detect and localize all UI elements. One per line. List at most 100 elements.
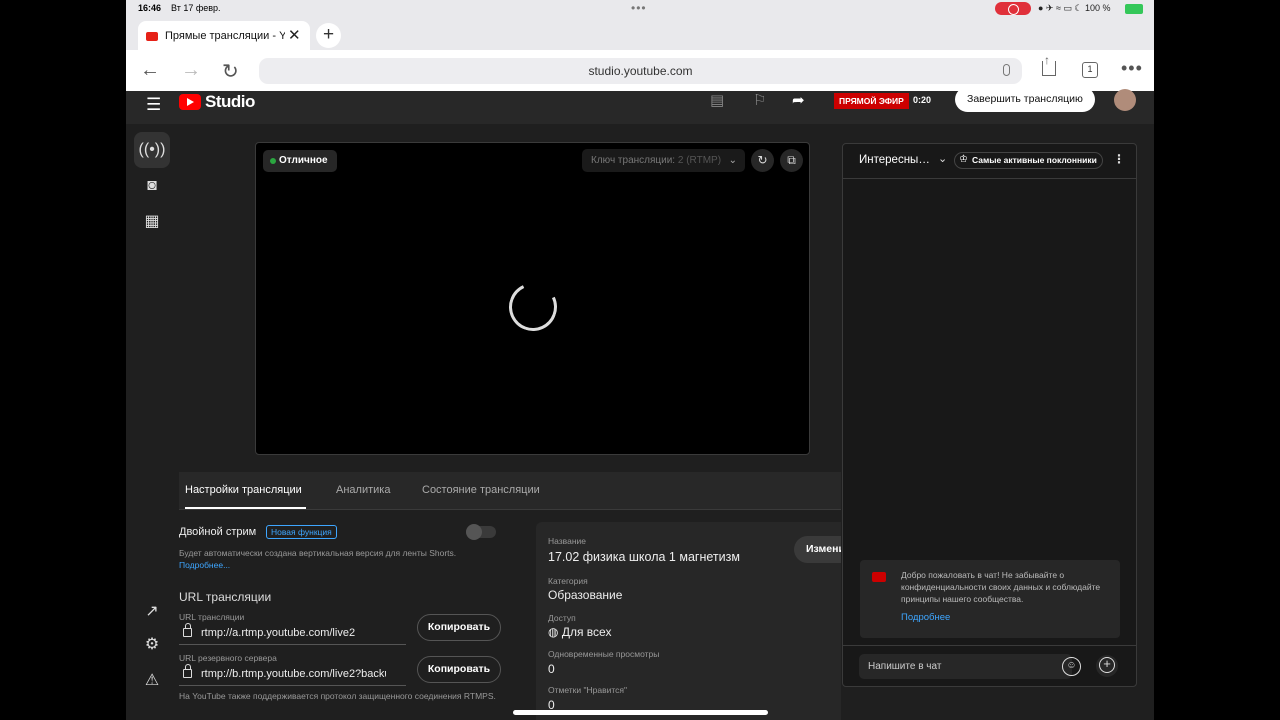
reload-icon[interactable]: ↻ — [222, 59, 239, 84]
access-label: Доступ — [548, 613, 576, 623]
browser-tab-bar: Прямые трансляции - YouTube Studio ✕ + — [126, 18, 1154, 50]
avatar[interactable] — [1114, 89, 1136, 111]
welcome-learn-more-link[interactable]: Подробнее — [901, 612, 950, 623]
bookmark-icon[interactable]: ⚐ — [753, 91, 766, 109]
title-label: Название — [548, 536, 586, 546]
left-sidebar: ((•)) ◙ ▦ ↗ ⚙ ⚠ — [126, 124, 179, 720]
backup-url-label: URL резервного сервера — [179, 653, 277, 663]
stream-key-label: Ключ трансляции: — [591, 155, 676, 166]
date: Вт 17 февр. — [171, 3, 221, 13]
welcome-text: Добро пожаловать в чат! Не забывайте о к… — [901, 570, 1101, 604]
battery-icon — [1125, 4, 1143, 14]
url-section-title: URL трансляции — [179, 590, 272, 604]
screen-record-icon — [995, 2, 1031, 15]
new-feature-badge: Новая функция — [266, 525, 337, 539]
chat-input[interactable]: Напишите в чат — [859, 654, 1072, 679]
live-stream-icon[interactable]: ((•)) — [134, 132, 170, 168]
settings-gear-icon[interactable]: ⚙ — [134, 627, 170, 663]
ipad-screen: 16:46 Вт 17 февр. ••• ● ✈ ≈ ▭ ☾ 100 % Пр… — [126, 0, 1154, 720]
chevron-down-icon[interactable]: ⌄ — [938, 152, 947, 165]
home-indicator[interactable] — [513, 710, 768, 715]
studio-logo-text: Studio — [205, 92, 255, 111]
dual-stream-label: Двойной стрим — [179, 526, 257, 538]
chat-footer: Напишите в чат ☺ — [843, 645, 1136, 687]
chat-header: Интересные сообщения ⌄ ♔ Самые активные … — [843, 144, 1136, 179]
dual-stream-description: Будет автоматически создана вертикальная… — [179, 548, 457, 558]
backup-url-value: rtmp://b.rtmp.youtube.com/live2?backup=1 — [201, 668, 386, 680]
youtube-favicon-icon — [146, 32, 158, 41]
share-arrow-icon[interactable]: ➦ — [792, 91, 805, 109]
close-tab-icon[interactable]: ✕ — [288, 26, 301, 44]
rtmps-footnote: На YouTube также поддерживается протокол… — [179, 691, 496, 701]
forward-arrow-icon[interactable]: → — [181, 59, 201, 82]
crown-icon: ♔ — [959, 154, 968, 165]
external-link-icon[interactable]: ↗ — [134, 594, 170, 630]
studio-header: ☰ Studio ▤ ⚐ ➦ ПРЯМОЙ ЭФИР 0:20 Завершит… — [126, 87, 1154, 124]
new-tab-button[interactable]: + — [316, 23, 341, 48]
browser-tab[interactable]: Прямые трансляции - YouTube Studio ✕ — [138, 21, 310, 50]
battery-percent: 100 % — [1085, 3, 1111, 13]
chevron-down-icon: ⌄ — [728, 155, 737, 166]
system-indicators: ● ✈ ≈ ▭ ☾ 100 % — [1038, 3, 1111, 13]
tab-analytics[interactable]: Аналитика — [336, 484, 390, 496]
globe-icon: ◍ — [548, 625, 559, 639]
stream-preview: Отличное Ключ трансляции: 2 (RTMP) ⌄ ↻ ⧉ — [255, 142, 810, 455]
live-chat: Интересные сообщения ⌄ ♔ Самые активные … — [842, 143, 1137, 687]
concurrent-viewers-label: Одновременные просмотры — [548, 649, 660, 659]
youtube-icon — [872, 572, 886, 582]
settings-tabs: Настройки трансляции Аналитика Состояние… — [179, 472, 841, 510]
copy-icon[interactable]: ⧉ — [780, 149, 803, 172]
likes-label: Отметки "Нравится" — [548, 685, 628, 695]
stream-url-value: rtmp://a.rtmp.youtube.com/live2 — [201, 627, 356, 639]
tab-title: Прямые трансляции - YouTube Studio — [165, 30, 285, 42]
more-menu-icon[interactable]: ••• — [1121, 58, 1143, 79]
ios-status-bar: 16:46 Вт 17 февр. ••• ● ✈ ≈ ▭ ☾ 100 % — [126, 0, 1154, 18]
calendar-icon[interactable]: ▦ — [134, 204, 170, 240]
tab-stream-settings[interactable]: Настройки трансляции — [185, 484, 306, 509]
chat-welcome-message: Добро пожаловать в чат! Не забывайте о к… — [860, 560, 1120, 638]
lock-icon — [183, 664, 192, 678]
top-fans-label: Самые активные поклонники — [972, 155, 1097, 165]
microphone-icon[interactable] — [1003, 64, 1010, 76]
emoji-icon[interactable]: ☺ — [1062, 657, 1081, 676]
back-arrow-icon[interactable]: ← — [140, 59, 160, 82]
live-timer: 0:20 — [913, 95, 932, 105]
stream-url-field[interactable]: rtmp://a.rtmp.youtube.com/live2 — [179, 623, 406, 645]
youtube-play-icon — [179, 94, 201, 110]
dual-stream-toggle[interactable] — [466, 524, 496, 540]
share-icon[interactable] — [1042, 53, 1056, 76]
stream-key-select[interactable]: Ключ трансляции: 2 (RTMP) ⌄ — [582, 149, 745, 172]
copy-backup-url-button[interactable]: Копировать — [417, 656, 501, 683]
tab-stream-health[interactable]: Состояние трансляции — [422, 484, 540, 496]
feedback-icon[interactable]: ⚠ — [134, 663, 170, 699]
stream-title: 17.02 физика школа 1 магнетизм — [548, 550, 740, 564]
multitask-dots[interactable]: ••• — [631, 1, 647, 15]
live-badge: ПРЯМОЙ ЭФИР — [834, 93, 909, 109]
access-value: ◍ Для всех — [548, 625, 611, 639]
stream-url-label: URL трансляции — [179, 612, 245, 622]
refresh-icon[interactable]: ↻ — [751, 149, 774, 172]
concurrent-viewers-value: 0 — [548, 662, 555, 676]
tabs-overview-button[interactable]: 1 — [1082, 62, 1098, 78]
camera-icon[interactable]: ◙ — [134, 168, 170, 204]
category-value: Образование — [548, 588, 623, 602]
backup-url-field[interactable]: rtmp://b.rtmp.youtube.com/live2?backup=1 — [179, 664, 406, 686]
clapperboard-icon[interactable]: ▤ — [710, 91, 724, 109]
clock: 16:46 — [138, 3, 162, 13]
more-options-icon[interactable]: ⋮ — [1113, 152, 1125, 166]
learn-more-link[interactable]: Подробнее... — [179, 560, 230, 570]
top-fans-chip[interactable]: ♔ Самые активные поклонники — [954, 152, 1103, 169]
url-field[interactable]: studio.youtube.com — [259, 58, 1022, 84]
add-icon[interactable] — [1096, 655, 1118, 677]
category-label: Категория — [548, 576, 588, 586]
address-bar: ← → ↻ studio.youtube.com 1 ••• — [126, 50, 1154, 91]
stream-key-value: 2 (RTMP) — [677, 155, 722, 166]
menu-icon[interactable]: ☰ — [146, 95, 161, 115]
lock-icon — [183, 623, 192, 637]
access-value-text: Для всех — [561, 625, 612, 639]
loading-spinner — [502, 276, 564, 338]
end-stream-button[interactable]: Завершить трансляцию — [955, 87, 1095, 112]
chat-mode-select[interactable]: Интересные сообщения — [859, 154, 935, 166]
stream-health-status[interactable]: Отличное — [263, 150, 337, 172]
copy-url-button[interactable]: Копировать — [417, 614, 501, 641]
